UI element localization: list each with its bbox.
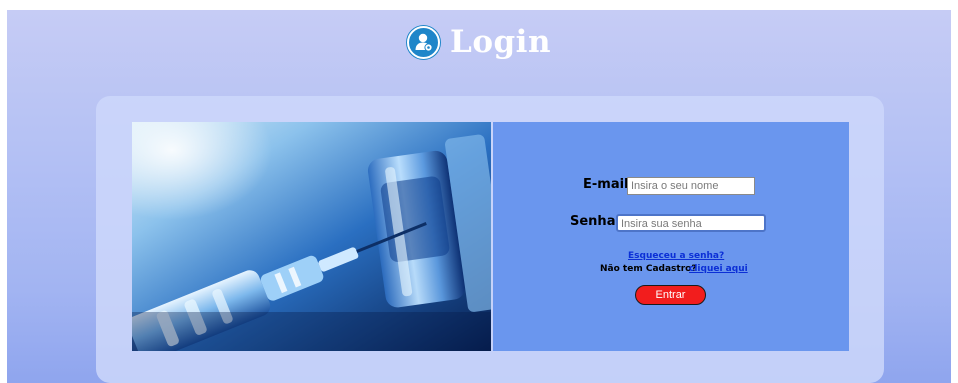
password-label: Senha:	[570, 214, 621, 229]
login-form-panel	[493, 122, 849, 351]
login-button[interactable]: Entrar	[635, 285, 706, 305]
register-prompt: Não tem Cadastro?	[600, 264, 697, 274]
header: Login	[0, 18, 958, 66]
email-field[interactable]: Insira o seu nome	[627, 177, 755, 195]
register-link[interactable]: cliquei aqui	[689, 264, 748, 274]
forgot-password-link[interactable]: Esqueceu a senha?	[628, 251, 724, 261]
password-field[interactable]: Insira sua senha	[616, 214, 766, 232]
page-title: Login	[450, 24, 551, 60]
vaccine-syringe-image	[132, 122, 491, 351]
user-admin-icon	[407, 25, 441, 59]
